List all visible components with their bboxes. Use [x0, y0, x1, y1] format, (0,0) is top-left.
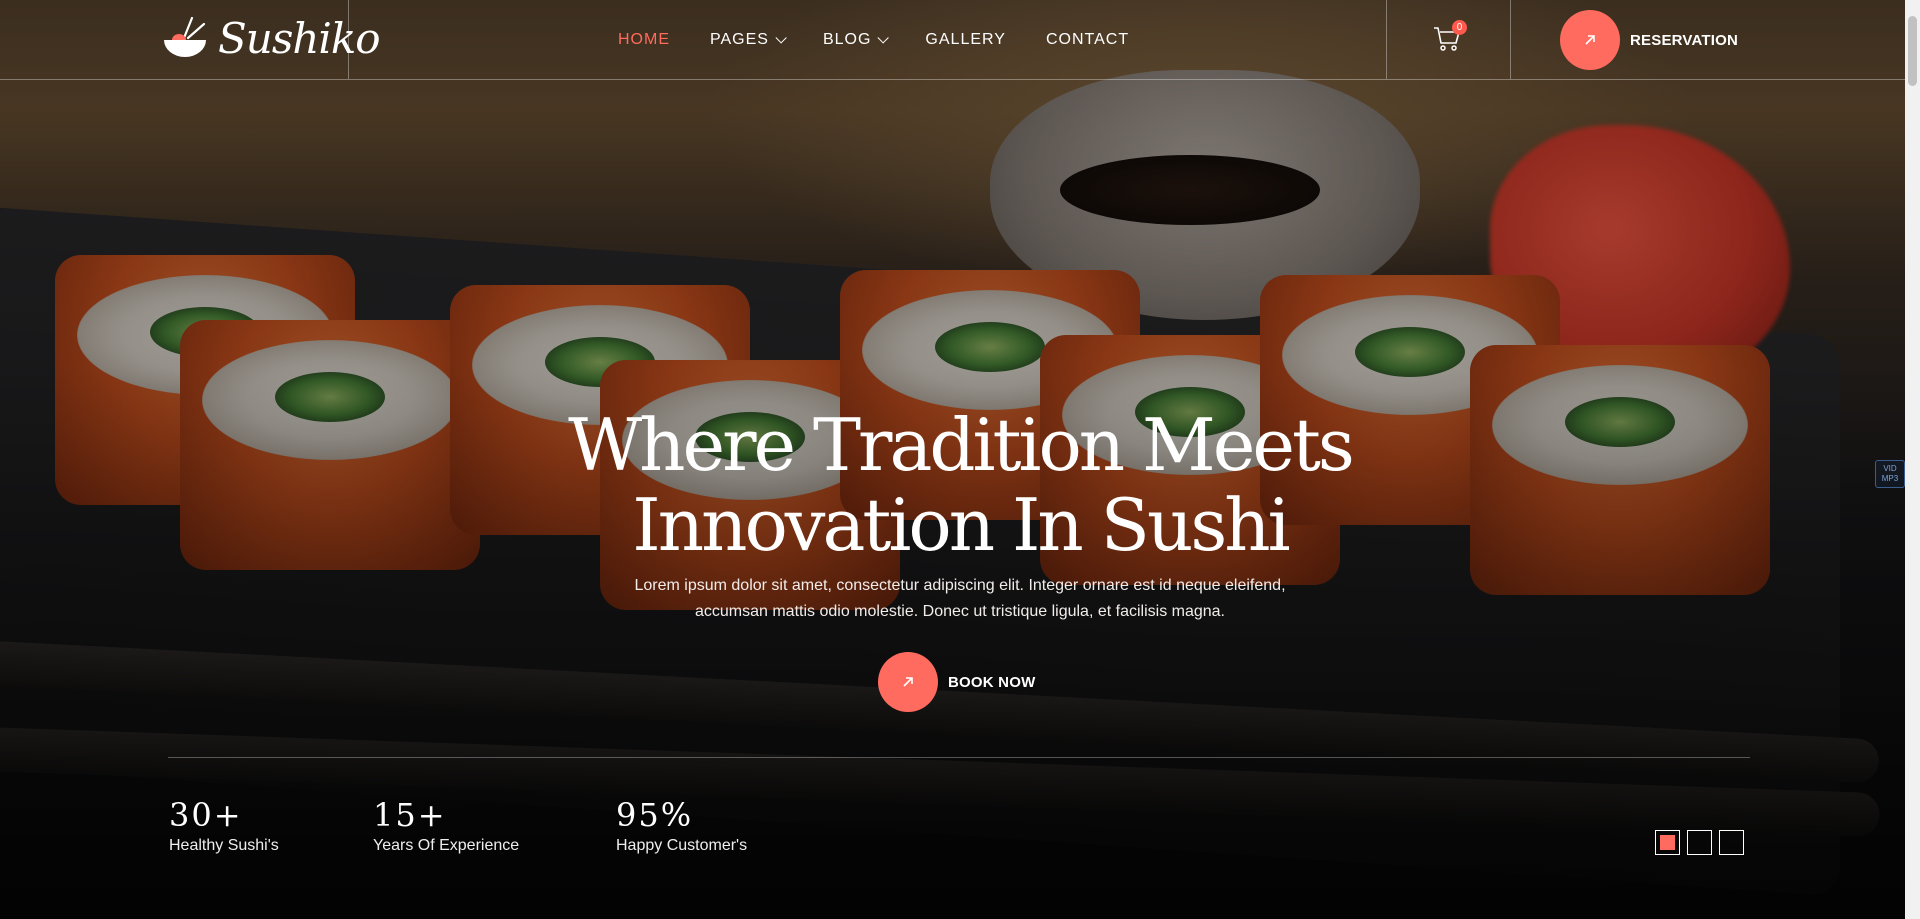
brand-logo[interactable]: Sushiko [162, 14, 381, 64]
chevron-down-icon [775, 31, 787, 44]
nav-item-label: HOME [618, 30, 670, 48]
scrollbar-thumb[interactable] [1908, 16, 1917, 86]
nav-item-pages[interactable]: PAGES [710, 30, 787, 49]
main-nav: HOME PAGES BLOG GALLERY CONTACT [618, 0, 1129, 79]
chevron-down-icon [877, 31, 890, 44]
brand-name: Sushiko [218, 14, 381, 63]
header-divider [348, 0, 349, 79]
nav-item-label: CONTACT [1045, 30, 1130, 48]
reservation-label: RESERVATION [1630, 31, 1739, 49]
tag-line: MP3 [1881, 474, 1899, 483]
bowl-chopsticks-icon [162, 16, 208, 62]
nav-item-label: PAGES [710, 30, 769, 48]
stat-value: 15+ [373, 796, 447, 834]
divider [168, 757, 1750, 758]
stat-item: 95% Happy Customer's [616, 795, 747, 855]
arrow-up-right-icon [878, 652, 938, 712]
page-scrollbar[interactable] [1905, 0, 1920, 919]
slider-pagination [1655, 830, 1744, 855]
hero-description-line: Lorem ipsum dolor sit amet, consectetur … [634, 577, 1286, 594]
hero-title-line: Innovation In Sushi [632, 483, 1290, 567]
hero-description: Lorem ipsum dolor sit amet, consectetur … [610, 573, 1310, 625]
arrow-up-right-icon [1560, 10, 1620, 70]
hero-description-line: accumsan mattis odio molestie. Donec ut … [694, 603, 1225, 620]
stat-value: 95% [616, 796, 694, 834]
slider-dot[interactable] [1655, 830, 1680, 855]
header-divider [1386, 0, 1387, 79]
header-divider [1510, 0, 1511, 79]
book-now-button[interactable]: BOOK NOW [878, 652, 1035, 712]
media-extension-tag[interactable]: VID MP3 [1875, 460, 1905, 488]
nav-item-blog[interactable]: BLOG [822, 30, 890, 49]
nav-item-contact[interactable]: CONTACT [1046, 31, 1129, 49]
stat-label: Happy Customer's [616, 837, 748, 854]
stat-label: Healthy Sushi's [169, 837, 279, 854]
nav-item-label: BLOG [822, 30, 872, 48]
cart-button[interactable]: 0 [1432, 20, 1467, 56]
slider-dot[interactable] [1719, 830, 1744, 855]
slider-dot[interactable] [1687, 830, 1712, 855]
cart-count-badge: 0 [1452, 20, 1467, 35]
stat-item: 15+ Years Of Experience [373, 795, 519, 855]
stat-value: 30+ [169, 796, 243, 834]
hero-title-line: Where Tradition Meets [568, 403, 1355, 487]
stat-item: 30+ Healthy Sushi's [169, 795, 279, 855]
tag-line: VID [1883, 464, 1897, 473]
nav-item-label: GALLERY [925, 30, 1006, 48]
book-now-label: BOOK NOW [948, 673, 1036, 691]
site-header: Sushiko HOME PAGES BLOG GALLERY CONTACT … [0, 0, 1905, 80]
nav-item-gallery[interactable]: GALLERY [925, 31, 1006, 49]
nav-item-home[interactable]: HOME [618, 31, 670, 49]
stat-label: Years Of Experience [373, 837, 520, 854]
reservation-button[interactable]: RESERVATION [1560, 10, 1738, 70]
hero-title: Where Tradition Meets Innovation In Sush… [0, 405, 1920, 565]
